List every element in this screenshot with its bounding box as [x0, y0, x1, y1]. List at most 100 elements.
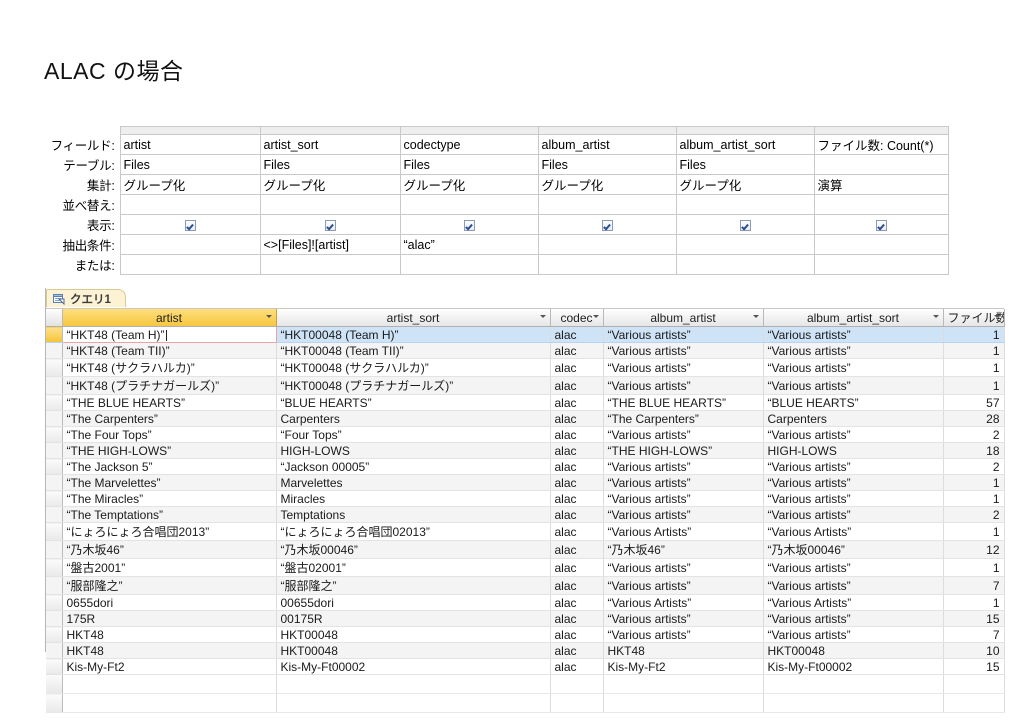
row-selector[interactable]: [46, 326, 63, 343]
table-row[interactable]: “The Four Tops” “Four Tops” alac “Various a…: [46, 426, 1005, 443]
cell-count[interactable]: 1: [943, 376, 1005, 395]
cell-count[interactable]: 1: [943, 358, 1005, 377]
cell-artist-sort[interactable]: Marvelettes: [276, 474, 551, 491]
cell-album-artist-sort[interactable]: “乃木坂00046”: [763, 540, 944, 559]
cell-count[interactable]: 2: [943, 458, 1005, 475]
design-column-selector-4[interactable]: [675, 126, 815, 135]
row-selector[interactable]: [46, 626, 63, 643]
column-header-artist[interactable]: artist: [62, 309, 277, 327]
cell-artist[interactable]: “The Four Tops”: [62, 426, 277, 443]
column-header-file-count[interactable]: ファイル数: [943, 309, 1005, 327]
table-row[interactable]: “乃木坂46” “乃木坂00046” alac “乃木坂46” “乃木坂00046” 12: [46, 540, 1005, 559]
cell-count[interactable]: 15: [943, 658, 1005, 675]
cell-album-artist-sort[interactable]: “BLUE HEARTS”: [763, 394, 944, 411]
row-selector[interactable]: [46, 522, 63, 541]
blank-cell[interactable]: [276, 675, 551, 694]
cell-album-artist-sort[interactable]: “Various artists”: [763, 342, 944, 359]
cell-count[interactable]: 15: [943, 610, 1005, 627]
cell-codec[interactable]: alac: [550, 342, 604, 359]
cell-codec[interactable]: alac: [550, 658, 604, 675]
cell-album-artist[interactable]: “Various artists”: [603, 474, 764, 491]
cell-album-artist-sort[interactable]: “Various artists”: [763, 506, 944, 523]
cell-artist[interactable]: “HKT48 (サクラハルカ)”: [62, 358, 277, 377]
design-cell-or-4[interactable]: [675, 254, 815, 275]
cell-codec[interactable]: alac: [550, 442, 604, 459]
design-cell-field-5[interactable]: ファイル数: Count(*): [813, 134, 949, 155]
cell-album-artist-sort[interactable]: “Various Artists”: [763, 594, 944, 611]
row-selector[interactable]: [46, 474, 63, 491]
cell-count[interactable]: 7: [943, 576, 1005, 595]
tab-query1[interactable]: クエリ1: [46, 289, 126, 307]
design-cell-sort-2[interactable]: [399, 194, 539, 215]
design-cell-table-5[interactable]: [813, 154, 949, 175]
cell-codec[interactable]: alac: [550, 376, 604, 395]
show-checkbox-5[interactable]: [875, 219, 887, 231]
cell-album-artist-sort[interactable]: “Various artists”: [763, 558, 944, 577]
cell-codec[interactable]: alac: [550, 506, 604, 523]
cell-artist-sort[interactable]: “Jackson 00005”: [276, 458, 551, 475]
row-selector[interactable]: [46, 540, 63, 559]
cell-codec[interactable]: alac: [550, 326, 604, 343]
cell-count[interactable]: 1: [943, 594, 1005, 611]
chevron-down-icon[interactable]: [932, 315, 939, 318]
table-row[interactable]: “HKT48 (プラチナガールズ)” “HKT00048 (プラチナガールズ)” a…: [46, 376, 1005, 395]
blank-cell[interactable]: [276, 693, 551, 713]
show-checkbox-3[interactable]: [601, 219, 613, 231]
row-selector[interactable]: [46, 658, 63, 675]
cell-artist[interactable]: “The Marvelettes”: [62, 474, 277, 491]
table-row[interactable]: 175R 00175R alac “Various artists” “Various …: [46, 610, 1005, 627]
design-cell-total-4[interactable]: グループ化: [675, 174, 815, 195]
blank-cell[interactable]: [943, 675, 1005, 694]
row-selector[interactable]: [46, 394, 63, 411]
cell-count[interactable]: 1: [943, 558, 1005, 577]
column-header-codec[interactable]: codec: [550, 309, 604, 327]
cell-codec[interactable]: alac: [550, 358, 604, 377]
cell-album-artist-sort[interactable]: “Various artists”: [763, 326, 944, 343]
design-cell-table-2[interactable]: Files: [399, 154, 539, 175]
show-checkbox-1[interactable]: [324, 219, 336, 231]
new-record-area[interactable]: [46, 675, 1005, 713]
row-selector[interactable]: [46, 442, 63, 459]
design-cell-or-0[interactable]: [119, 254, 261, 275]
cell-codec[interactable]: alac: [550, 458, 604, 475]
table-row[interactable]: “THE HIGH-LOWS” HIGH-LOWS alac “THE HIGH-LO…: [46, 442, 1005, 459]
cell-count[interactable]: 1: [943, 474, 1005, 491]
blank-cell[interactable]: [550, 693, 604, 713]
column-header-album-artist[interactable]: album_artist: [603, 309, 764, 327]
design-cell-criteria-5[interactable]: [813, 234, 949, 255]
table-row[interactable]: “The Carpenters” Carpenters alac “The Carpe…: [46, 410, 1005, 427]
cell-count[interactable]: 12: [943, 540, 1005, 559]
cell-codec[interactable]: alac: [550, 558, 604, 577]
cell-album-artist-sort[interactable]: HIGH-LOWS: [763, 442, 944, 459]
cell-album-artist[interactable]: “Various artists”: [603, 610, 764, 627]
cell-artist-sort[interactable]: HKT00048: [276, 626, 551, 643]
design-cell-sort-3[interactable]: [537, 194, 677, 215]
row-selector[interactable]: [46, 642, 63, 659]
table-row[interactable]: 0655dori 00655dori alac “Various Artists” “V…: [46, 594, 1005, 611]
cell-count[interactable]: 7: [943, 626, 1005, 643]
table-row[interactable]: “HKT48 (Team H)” “HKT00048 (Team H)” alac “…: [46, 326, 1005, 343]
cell-codec[interactable]: alac: [550, 610, 604, 627]
design-column-selector-5[interactable]: [813, 126, 949, 135]
cell-codec[interactable]: alac: [550, 426, 604, 443]
table-row[interactable]: “服部隆之” “服部隆之” alac “Various artists” “Variou…: [46, 576, 1005, 595]
design-cell-total-2[interactable]: グループ化: [399, 174, 539, 195]
cell-album-artist[interactable]: “Various Artists”: [603, 522, 764, 541]
design-cell-field-1[interactable]: artist_sort: [259, 134, 401, 155]
table-row[interactable]: “HKT48 (サクラハルカ)” “HKT00048 (サクラハルカ)” alac “…: [46, 358, 1005, 377]
cell-album-artist[interactable]: “Various artists”: [603, 342, 764, 359]
chevron-down-icon[interactable]: [592, 315, 599, 318]
row-selector[interactable]: [46, 675, 63, 694]
row-selector[interactable]: [46, 506, 63, 523]
cell-count[interactable]: 10: [943, 642, 1005, 659]
design-cell-criteria-3[interactable]: [537, 234, 677, 255]
cell-artist-sort[interactable]: “HKT00048 (Team H)”: [276, 326, 551, 343]
table-row[interactable]: “THE BLUE HEARTS” “BLUE HEARTS” alac “THE B…: [46, 394, 1005, 411]
chevron-down-icon[interactable]: [539, 315, 546, 318]
cell-count[interactable]: 1: [943, 342, 1005, 359]
design-cell-show-1[interactable]: [259, 214, 401, 235]
cell-album-artist-sort[interactable]: “Various artists”: [763, 426, 944, 443]
cell-album-artist-sort[interactable]: “Various artists”: [763, 376, 944, 395]
design-column-selector-3[interactable]: [537, 126, 677, 135]
design-cell-or-5[interactable]: [813, 254, 949, 275]
